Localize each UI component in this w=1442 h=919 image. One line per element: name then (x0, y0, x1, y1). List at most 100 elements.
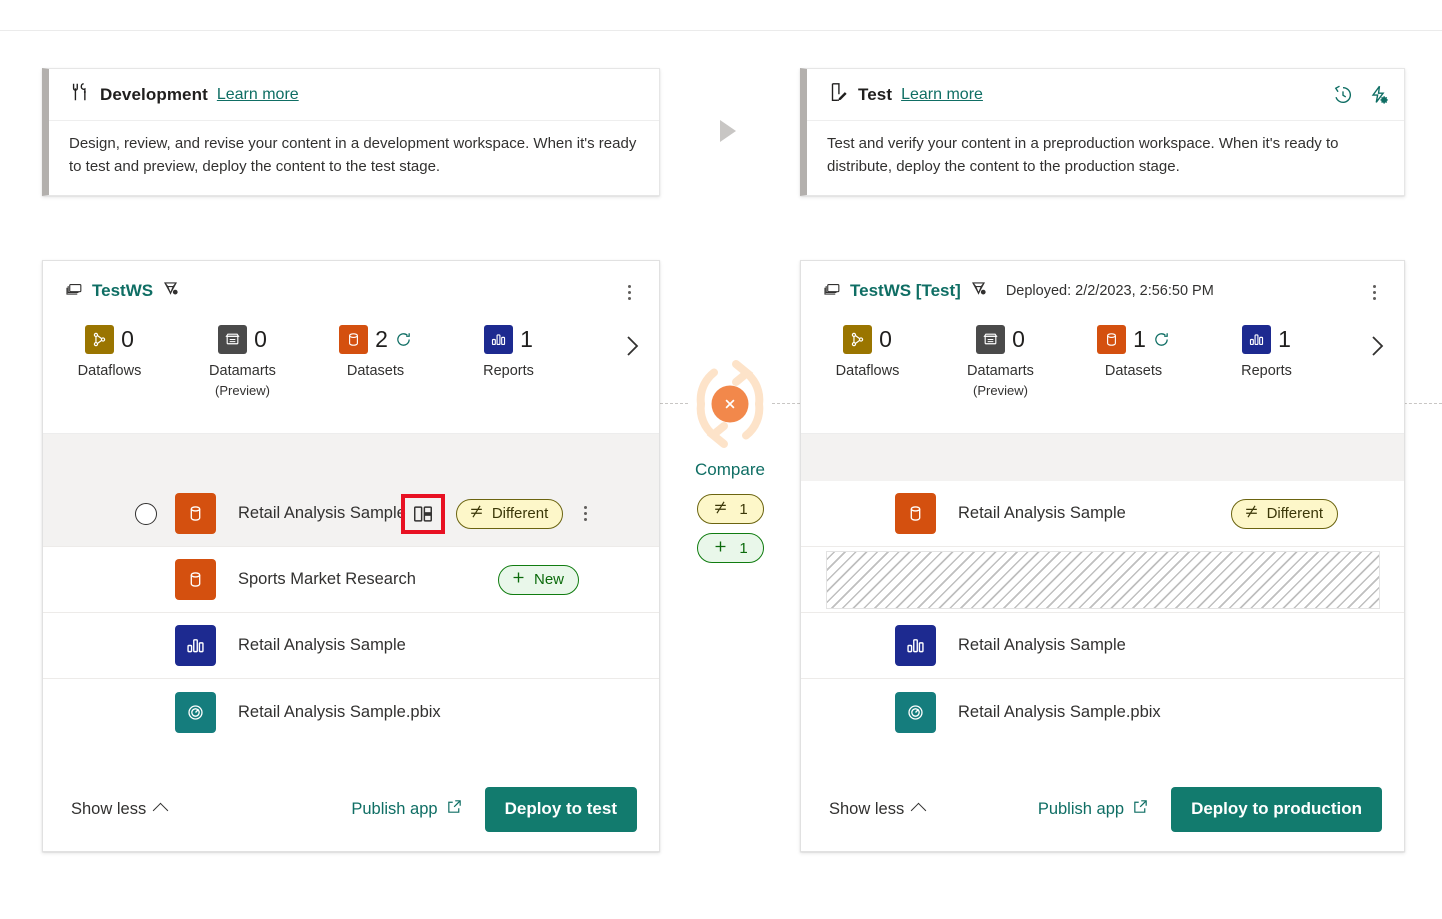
workspace-card-test: TestWS [Test] Deployed: 2/2/2023, 2:56:5… (800, 260, 1405, 852)
list-item[interactable]: Retail Analysis Sample (801, 613, 1404, 679)
list-item[interactable]: Retail Analysis Sample Different (801, 481, 1404, 547)
show-less-label: Show less (71, 800, 146, 819)
external-link-icon (1132, 798, 1149, 820)
stage-header-actions (1332, 84, 1390, 106)
status-badge-new[interactable]: New (498, 565, 579, 595)
counts-next-arrow-icon[interactable] (1369, 333, 1386, 364)
count-sublabel: (Preview) (209, 381, 276, 400)
item-more-options-button[interactable] (576, 503, 594, 525)
compare-badge-new[interactable]: 1 (697, 533, 764, 563)
workspace-item-counts: 0 Dataflows 0 Datamarts (Preview) (801, 303, 1404, 433)
count-sublabel: (Preview) (967, 381, 1034, 400)
workspace-header: TestWS (43, 261, 659, 303)
workspace-card-development: TestWS 0 (42, 260, 660, 852)
stage-description: Design, review, and revise your content … (49, 121, 659, 178)
dataset-icon (175, 559, 216, 600)
workspace-item-counts: 0 Dataflows 0 Datamarts (Preview) (43, 303, 659, 433)
count-datasets[interactable]: 1 Datasets (1067, 325, 1200, 381)
compare-count-badges: 1 1 (697, 494, 764, 563)
count-value: 0 (879, 328, 892, 351)
external-link-icon (446, 798, 463, 820)
chevron-up-icon (153, 803, 169, 819)
x-circle-icon (712, 386, 749, 423)
count-value: 1 (1278, 328, 1291, 351)
count-datamarts[interactable]: 0 Datamarts (Preview) (176, 325, 309, 400)
tools-icon (69, 81, 91, 108)
stage-flow-arrow-icon (720, 120, 736, 142)
publish-app-link[interactable]: Publish app (351, 798, 462, 820)
workspace-more-options-button[interactable] (619, 281, 639, 303)
stage-card-test: Test Learn more (800, 68, 1405, 196)
count-reports[interactable]: 1 Reports (1200, 325, 1333, 381)
list-item[interactable]: Retail Analysis Sample Different (43, 481, 659, 547)
workspace-header: TestWS [Test] Deployed: 2/2/2023, 2:56:5… (801, 261, 1404, 303)
list-item[interactable]: Retail Analysis Sample.pbix (801, 679, 1404, 745)
count-dataflows[interactable]: 0 Dataflows (43, 325, 176, 381)
not-equal-icon (468, 503, 485, 524)
status-badge-different[interactable]: Different (1231, 499, 1338, 529)
workspace-item-list: Retail Analysis Sample Different (801, 481, 1404, 767)
item-name: Retail Analysis Sample (958, 636, 1126, 655)
refresh-icon[interactable] (1153, 331, 1170, 348)
count-reports[interactable]: 1 Reports (442, 325, 575, 381)
item-name: Sports Market Research (238, 570, 416, 589)
workspace-name[interactable]: TestWS (92, 281, 153, 301)
top-divider (0, 30, 1442, 31)
count-datasets[interactable]: 2 Datasets (309, 325, 442, 381)
workspace-more-options-button[interactable] (1364, 281, 1384, 303)
list-item[interactable]: Sports Market Research New (43, 547, 659, 613)
dataset-icon (895, 493, 936, 534)
count-label: Datasets (347, 362, 404, 381)
not-equal-icon (1243, 503, 1260, 524)
hatched-placeholder-icon (826, 551, 1380, 609)
item-name: Retail Analysis Sample (958, 504, 1126, 523)
compare-side-by-side-icon[interactable] (406, 499, 440, 529)
not-equal-icon (712, 499, 729, 520)
publish-app-link[interactable]: Publish app (1038, 798, 1149, 820)
stage-header-development: Development Learn more (49, 69, 659, 121)
dataset-icon (1097, 325, 1126, 354)
stage-header-test: Test Learn more (807, 69, 1404, 121)
show-less-button[interactable]: Show less (829, 800, 924, 819)
stage-description: Test and verify your content in a prepro… (807, 121, 1404, 178)
compare-widget: Compare 1 1 (666, 358, 794, 563)
compare-refresh-icon[interactable] (684, 358, 776, 450)
show-less-label: Show less (829, 800, 904, 819)
show-less-button[interactable]: Show less (71, 800, 166, 819)
plus-icon (510, 569, 527, 590)
counts-next-arrow-icon[interactable] (624, 333, 641, 364)
deployment-history-icon[interactable] (1332, 84, 1354, 106)
learn-more-link[interactable]: Learn more (217, 86, 299, 104)
deploy-button[interactable]: Deploy to production (1171, 787, 1382, 832)
count-label-text: Datamarts (967, 363, 1034, 379)
count-label: Datamarts (Preview) (209, 362, 276, 400)
count-label: Datamarts (Preview) (967, 362, 1034, 400)
stage-card-development: Development Learn more Design, review, a… (42, 68, 660, 196)
count-value: 0 (254, 328, 267, 351)
premium-diamond-icon (969, 279, 988, 303)
list-item[interactable]: Retail Analysis Sample (43, 613, 659, 679)
item-name: Retail Analysis Sample.pbix (958, 703, 1161, 722)
count-value: 1 (520, 328, 533, 351)
compare-label[interactable]: Compare (695, 460, 765, 480)
deploy-button[interactable]: Deploy to test (485, 787, 637, 832)
status-badge-different[interactable]: Different (456, 499, 563, 529)
count-value: 1 (1133, 328, 1146, 351)
item-select-radio[interactable] (135, 503, 157, 525)
dataflow-icon (85, 325, 114, 354)
clipboard-pencil-icon (827, 81, 849, 108)
list-item[interactable]: Retail Analysis Sample.pbix (43, 679, 659, 745)
deployment-pipeline-page: Development Learn more Design, review, a… (0, 0, 1442, 919)
count-datamarts[interactable]: 0 Datamarts (Preview) (934, 325, 1067, 400)
count-value: 2 (375, 328, 388, 351)
count-dataflows[interactable]: 0 Dataflows (801, 325, 934, 381)
learn-more-link[interactable]: Learn more (901, 86, 983, 104)
refresh-icon[interactable] (395, 331, 412, 348)
count-label: Datasets (1105, 362, 1162, 381)
item-name: Retail Analysis Sample (238, 636, 406, 655)
workspace-name[interactable]: TestWS [Test] (850, 281, 961, 301)
compare-badge-different[interactable]: 1 (697, 494, 764, 524)
deployment-rules-icon[interactable] (1368, 84, 1390, 106)
badge-label: Different (492, 505, 548, 522)
datamart-icon (218, 325, 247, 354)
